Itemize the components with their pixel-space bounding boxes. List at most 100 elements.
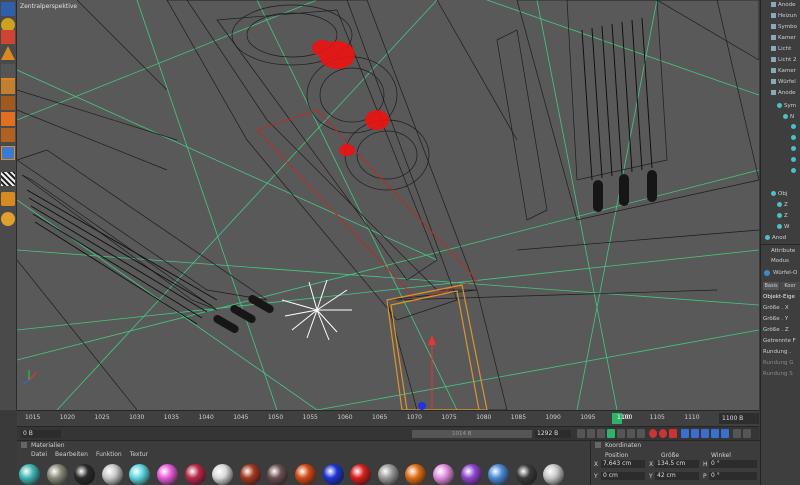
object-subrow[interactable]: N (761, 112, 800, 123)
pos-y-field[interactable]: 0 cm (601, 472, 645, 480)
material-swatch[interactable] (488, 464, 510, 485)
timeline[interactable]: 1015 1020 1025 1030 1035 1040 1045 1050 1055 1060… (17, 410, 759, 427)
object-row[interactable]: Anode (761, 88, 800, 99)
move-key-icon[interactable] (681, 429, 689, 438)
object-row[interactable]: Kamer (761, 33, 800, 44)
attribute-row[interactable]: Getrennte F (763, 338, 796, 344)
paint-icon[interactable] (1, 212, 15, 226)
material-swatch[interactable] (101, 464, 123, 485)
object-row[interactable]: Anode (761, 0, 800, 11)
object-subrow[interactable]: W (761, 222, 800, 233)
material-swatch[interactable] (184, 464, 206, 485)
timeline-tick: 1030 (129, 414, 145, 421)
first-frame-button[interactable] (577, 429, 585, 438)
record-icon[interactable] (649, 429, 657, 438)
start-frame-field[interactable]: 0 B (21, 430, 61, 438)
object-row[interactable]: Kamer (761, 66, 800, 77)
material-swatch[interactable] (267, 464, 289, 485)
axis-icon[interactable] (1, 46, 15, 60)
material-swatch[interactable] (129, 464, 151, 485)
material-swatch[interactable] (212, 464, 234, 485)
material-swatch[interactable] (19, 464, 40, 485)
object-subrow[interactable]: Z (761, 200, 800, 211)
scrub-bar[interactable]: 1014 B (412, 430, 532, 438)
attribute-row[interactable]: Rundung G (763, 360, 794, 366)
size-x-field[interactable]: 134.5 cm (655, 460, 699, 468)
object-subrow[interactable]: Sym (761, 101, 800, 112)
edge-icon[interactable] (1, 64, 15, 80)
material-swatch[interactable] (239, 464, 261, 485)
model-icon[interactable] (1, 112, 15, 126)
material-swatch[interactable] (46, 464, 68, 485)
timeline-tick: 1020 (59, 414, 75, 421)
panel-grip-icon[interactable] (595, 442, 601, 448)
param-key-icon[interactable] (711, 429, 719, 438)
timeline-tick: 1015 (25, 414, 41, 421)
material-swatch[interactable] (433, 464, 454, 485)
play-button[interactable] (607, 429, 615, 438)
pla-key-icon[interactable] (721, 429, 729, 438)
angle-p-field[interactable]: 0 ° (709, 472, 757, 480)
size-y-field[interactable]: 42 cm (655, 472, 699, 480)
last-frame-button[interactable] (637, 429, 645, 438)
material-swatch[interactable] (322, 464, 344, 485)
menu-icon[interactable] (743, 429, 751, 438)
end-frame-field[interactable]: 1100 B (719, 413, 759, 424)
attribute-row[interactable]: Größe . Y (763, 316, 788, 322)
points-icon[interactable] (1, 96, 15, 110)
object-row[interactable]: Symbo (761, 22, 800, 33)
object-label: Sym (784, 103, 797, 109)
grid-icon[interactable] (1, 2, 15, 16)
dots-icon[interactable] (733, 429, 741, 438)
material-swatch[interactable] (515, 464, 537, 485)
attribute-row[interactable]: Rundung S (763, 371, 793, 377)
menu-texture[interactable]: Textur (130, 451, 148, 460)
attribute-row[interactable]: Rundung . (763, 349, 791, 355)
tab-coord[interactable]: Koor (780, 282, 800, 290)
menu-edit[interactable]: Bearbeiten (55, 451, 88, 460)
rotate-key-icon[interactable] (701, 429, 709, 438)
object-row[interactable]: Licht 2 (761, 55, 800, 66)
object-subrow[interactable]: Obj (761, 189, 800, 200)
object-row[interactable]: Heizun (761, 11, 800, 22)
object-subrow[interactable]: Anod (761, 233, 800, 244)
scale-key-icon[interactable] (691, 429, 699, 438)
material-swatch[interactable] (405, 464, 427, 485)
polygon-icon[interactable] (1, 80, 15, 94)
checker-icon[interactable] (1, 172, 15, 186)
pos-x-field[interactable]: 7.643 cm (601, 460, 645, 468)
material-swatch[interactable] (377, 464, 399, 485)
object-subrow[interactable]: Z (761, 211, 800, 222)
object-label: Anode (778, 2, 796, 8)
snap-icon[interactable] (1, 146, 15, 160)
attribute-row[interactable]: Größe . Z (763, 327, 789, 333)
object-icon[interactable] (1, 128, 15, 142)
angle-h-field[interactable]: 0 ° (709, 460, 757, 468)
material-swatch[interactable] (460, 464, 482, 485)
attribute-row[interactable]: Größe . X (763, 305, 789, 311)
next-frame-button[interactable] (617, 429, 625, 438)
key-select-icon[interactable] (669, 429, 677, 438)
material-swatch[interactable] (295, 464, 316, 485)
object-row[interactable]: Würfel (761, 77, 800, 88)
prev-key-button[interactable] (587, 429, 595, 438)
menu-function[interactable]: Funktion (96, 451, 122, 460)
attributes-mode[interactable]: Modus (771, 258, 789, 264)
object-row[interactable]: Licht (761, 44, 800, 55)
panel-grip-icon[interactable] (21, 442, 27, 448)
material-swatch[interactable] (350, 464, 372, 485)
viewport[interactable]: Zentralperspektive (17, 0, 759, 410)
next-key-button[interactable] (627, 429, 635, 438)
tab-basis[interactable]: Basis (763, 282, 779, 290)
current-frame-field[interactable]: 1292 B (535, 430, 571, 438)
material-swatch[interactable] (543, 464, 565, 485)
texture-icon[interactable] (1, 30, 15, 44)
sculpt-icon[interactable] (1, 192, 15, 206)
material-swatch[interactable] (157, 464, 178, 485)
material-swatch[interactable] (74, 464, 96, 485)
attributes-title: Attribute (771, 248, 796, 254)
prev-frame-button[interactable] (597, 429, 605, 438)
material-manager: Materialien Datei Bearbeiten Funktion Te… (17, 440, 590, 485)
menu-file[interactable]: Datei (31, 451, 47, 460)
autokey-icon[interactable] (659, 429, 667, 438)
